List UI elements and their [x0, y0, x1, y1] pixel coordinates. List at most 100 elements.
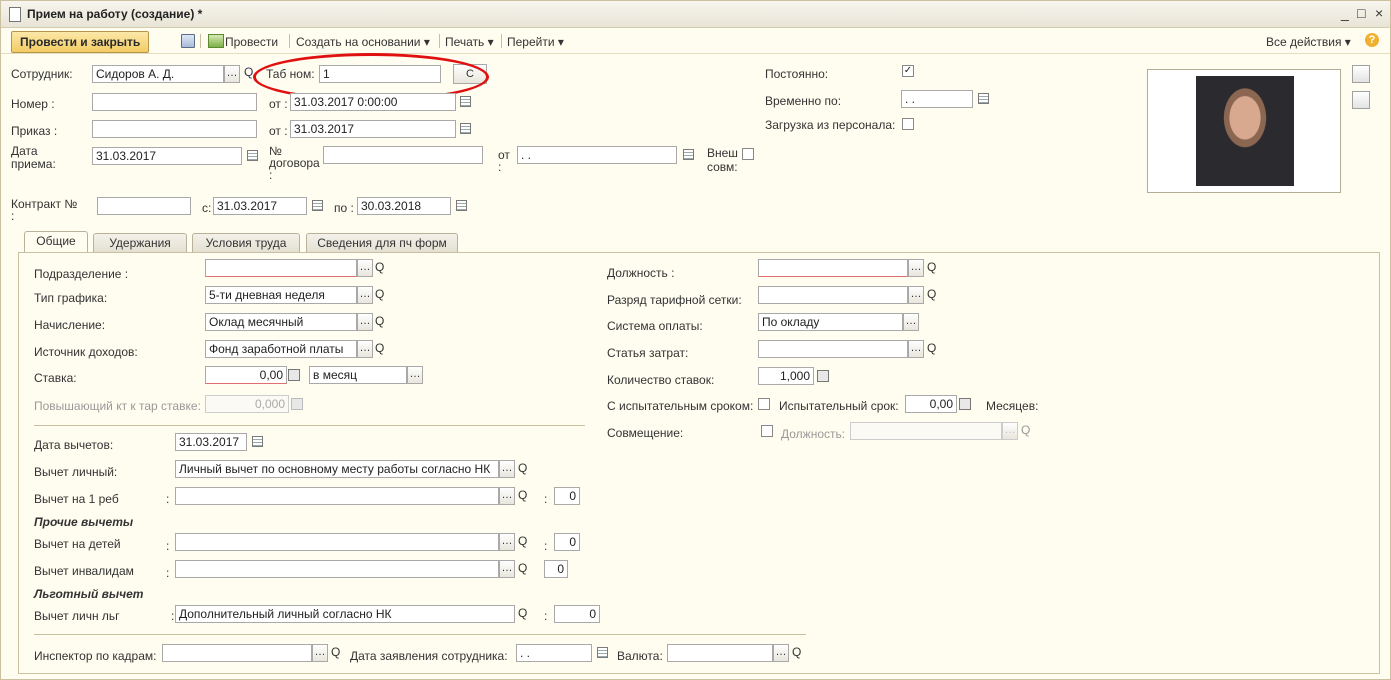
calendar-icon[interactable] — [683, 149, 694, 160]
goto-menu[interactable]: Перейти ▾ — [507, 35, 564, 49]
calendar-icon[interactable] — [252, 436, 263, 447]
temporary-date-field[interactable]: . . — [901, 90, 973, 108]
pay-system-field[interactable]: По окладу — [758, 313, 903, 331]
tab-general[interactable]: Общие — [24, 231, 88, 253]
save-icon[interactable] — [181, 34, 195, 48]
probation-checkbox[interactable] — [758, 398, 770, 410]
child1-deduction-search-icon[interactable]: Q — [518, 488, 527, 502]
tariff-grade-search-icon[interactable]: Q — [927, 287, 936, 301]
deduction-date-field[interactable]: 31.03.2017 — [175, 433, 247, 451]
rates-count-field[interactable]: 1,000 — [758, 367, 814, 385]
currency-select-button[interactable]: … — [773, 644, 789, 662]
all-actions-menu[interactable]: Все действия ▾ — [1266, 35, 1351, 49]
load-from-staff-checkbox[interactable] — [902, 118, 914, 130]
child1-deduction-field[interactable] — [175, 487, 499, 505]
post-icon[interactable] — [208, 34, 224, 48]
disabled-deduction-field[interactable] — [175, 560, 499, 578]
schedule-field[interactable]: 5-ти дневная неделя — [205, 286, 357, 304]
employee-select-button[interactable]: … — [224, 65, 240, 83]
help-icon[interactable]: ? — [1365, 33, 1379, 47]
close-button[interactable]: × — [1375, 5, 1383, 21]
rate-period-field[interactable]: в месяц — [309, 366, 407, 384]
combination-position-select-button[interactable]: … — [1002, 422, 1018, 440]
benefit-count-field[interactable]: 0 — [554, 605, 600, 623]
hr-inspector-select-button[interactable]: … — [312, 644, 328, 662]
calendar-icon[interactable] — [312, 200, 323, 211]
department-field[interactable] — [205, 259, 357, 277]
income-source-field[interactable]: Фонд заработной платы — [205, 340, 357, 358]
hire-date-field[interactable]: 31.03.2017 — [92, 147, 242, 165]
cost-item-select-button[interactable]: … — [908, 340, 924, 358]
post-and-close-button[interactable]: Провести и закрыть — [11, 31, 150, 53]
coefficient-field[interactable]: 0,000 — [205, 395, 289, 413]
employee-field[interactable]: Сидоров А. Д. — [92, 65, 224, 83]
employee-search-icon[interactable]: Q — [244, 65, 253, 79]
children-deduction-select-button[interactable]: … — [499, 533, 515, 551]
calculator-icon[interactable] — [291, 398, 303, 410]
photo-save-icon[interactable] — [1352, 91, 1370, 109]
accrual-field[interactable]: Оклад месячный — [205, 313, 357, 331]
accrual-select-button[interactable]: … — [357, 313, 373, 331]
contract-end-field[interactable]: 30.03.2018 — [357, 197, 451, 215]
calendar-icon[interactable] — [456, 200, 467, 211]
child1-deduction-select-button[interactable]: … — [499, 487, 515, 505]
children-deduction-search-icon[interactable]: Q — [518, 534, 527, 548]
combination-position-field[interactable] — [850, 422, 1002, 440]
combination-checkbox[interactable] — [761, 425, 773, 437]
photo-load-icon[interactable] — [1352, 65, 1370, 83]
maximize-button[interactable]: □ — [1357, 5, 1365, 21]
calculator-icon[interactable] — [288, 369, 300, 381]
disabled-count-field[interactable]: 0 — [544, 560, 568, 578]
schedule-search-icon[interactable]: Q — [375, 287, 384, 301]
currency-field[interactable] — [667, 644, 773, 662]
position-select-button[interactable]: … — [908, 259, 924, 277]
disabled-deduction-select-button[interactable]: … — [499, 560, 515, 578]
combination-position-search-icon[interactable]: Q — [1021, 423, 1030, 437]
application-date-field[interactable]: . . — [516, 644, 592, 662]
income-source-search-icon[interactable]: Q — [375, 341, 384, 355]
position-field[interactable] — [758, 259, 908, 277]
calculator-icon[interactable] — [817, 370, 829, 382]
create-based-on-menu[interactable]: Создать на основании ▾ — [296, 35, 430, 49]
calendar-icon[interactable] — [597, 647, 608, 658]
order-date-field[interactable]: 31.03.2017 — [290, 120, 456, 138]
order-field[interactable] — [92, 120, 257, 138]
calendar-icon[interactable] — [247, 150, 258, 161]
tab-deductions[interactable]: Удержания — [93, 233, 187, 253]
child1-count-field[interactable]: 0 — [554, 487, 580, 505]
number-field[interactable] — [92, 93, 257, 111]
rate-field[interactable]: 0,00 — [205, 366, 287, 384]
tariff-grade-select-button[interactable]: … — [908, 286, 924, 304]
pay-system-select-button[interactable]: … — [903, 313, 919, 331]
accrual-search-icon[interactable]: Q — [375, 314, 384, 328]
tariff-grade-field[interactable] — [758, 286, 908, 304]
department-select-button[interactable]: … — [357, 259, 373, 277]
income-source-select-button[interactable]: … — [357, 340, 373, 358]
benefit-deduction-search-icon[interactable]: Q — [518, 606, 527, 620]
tab-work-conditions[interactable]: Условия труда — [192, 233, 300, 253]
probation-term-field[interactable]: 0,00 — [905, 395, 957, 413]
print-menu[interactable]: Печать ▾ — [445, 35, 494, 49]
hr-inspector-search-icon[interactable]: Q — [331, 645, 340, 659]
calendar-icon[interactable] — [460, 123, 471, 134]
contract-start-field[interactable]: 31.03.2017 — [213, 197, 307, 215]
children-count-field[interactable]: 0 — [554, 533, 580, 551]
cost-item-field[interactable] — [758, 340, 908, 358]
personal-deduction-select-button[interactable]: … — [499, 460, 515, 478]
rate-period-select-button[interactable]: … — [407, 366, 423, 384]
post-button[interactable]: Провести — [225, 35, 278, 49]
currency-search-icon[interactable]: Q — [792, 645, 801, 659]
disabled-deduction-search-icon[interactable]: Q — [518, 561, 527, 575]
children-deduction-field[interactable] — [175, 533, 499, 551]
minimize-button[interactable]: _ — [1341, 5, 1349, 21]
contract-from-field[interactable]: . . — [517, 146, 677, 164]
hr-inspector-field[interactable] — [162, 644, 312, 662]
position-search-icon[interactable]: Q — [927, 260, 936, 274]
benefit-deduction-field[interactable]: Дополнительный личный согласно НК — [175, 605, 515, 623]
calendar-icon[interactable] — [978, 93, 989, 104]
schedule-select-button[interactable]: … — [357, 286, 373, 304]
calculator-icon[interactable] — [959, 398, 971, 410]
contract-field[interactable] — [97, 197, 191, 215]
personal-deduction-search-icon[interactable]: Q — [518, 461, 527, 475]
tab-pension-forms[interactable]: Сведения для пч форм — [306, 233, 458, 253]
